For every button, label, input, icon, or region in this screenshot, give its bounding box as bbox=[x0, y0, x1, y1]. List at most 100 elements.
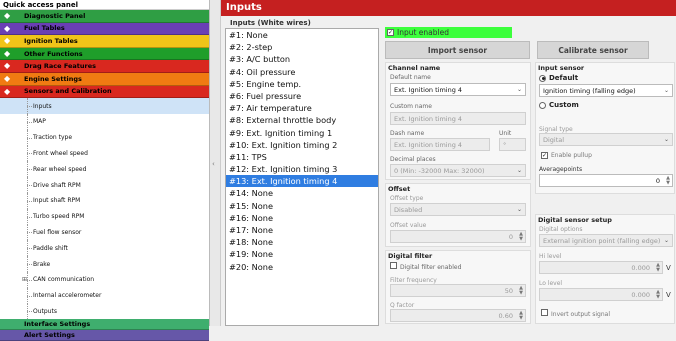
main-area: Inputs Inputs (White wires) #1: None #2: … bbox=[221, 0, 676, 326]
sidebar-item[interactable]: Input shaft RPM bbox=[0, 192, 209, 209]
sidebar-category[interactable]: ◆ Diagnostic Panel bbox=[0, 10, 209, 23]
input-list-item[interactable]: #12: Ext. Ignition timing 3 bbox=[226, 163, 378, 175]
input-list-item[interactable]: #18: None bbox=[226, 236, 378, 248]
input-list-item[interactable]: #20: None bbox=[226, 261, 378, 273]
sidebar-item[interactable]: Brake bbox=[0, 256, 209, 272]
category-icon: ◆ bbox=[4, 36, 11, 46]
sidebar-category[interactable]: ◆ Fuel Tables bbox=[0, 22, 209, 36]
spinner-icon[interactable]: ▲ ▼ bbox=[666, 176, 670, 186]
sidebar-item[interactable]: Paddle shift bbox=[0, 240, 209, 256]
digital-filter-panel: Digital filter Digital filter enabled Fi… bbox=[385, 250, 531, 324]
sidebar-item-label: Turbo speed RPM bbox=[33, 213, 85, 221]
channel-name-panel: Channel name Default name Ext. Ignition … bbox=[385, 62, 531, 180]
input-list-item[interactable]: #10: Ext. Ignition timing 2 bbox=[226, 139, 378, 151]
digital-filter-checkbox[interactable]: Digital filter enabled bbox=[388, 262, 461, 271]
input-enabled-checkbox[interactable]: ✓ Input enabled bbox=[385, 27, 512, 38]
input-list-item[interactable]: #11: TPS bbox=[226, 151, 378, 163]
sidebar-item[interactable]: Inputs bbox=[0, 98, 209, 114]
checkbox-icon bbox=[541, 309, 548, 316]
expand-icon[interactable]: ⊞ bbox=[22, 276, 27, 283]
enable-pullup-checkbox[interactable]: ✓ Enable pullup bbox=[539, 152, 592, 159]
sidebar-item[interactable]: Internal accelerometer bbox=[0, 287, 209, 304]
category-icon: ◆ bbox=[4, 11, 11, 20]
input-enabled-label: Input enabled bbox=[397, 28, 449, 37]
input-list-item[interactable]: #2: 2-step bbox=[226, 41, 378, 53]
input-list-item[interactable]: #3: A/C button bbox=[226, 53, 378, 65]
lo-level-value: 0.000 bbox=[631, 291, 650, 299]
custom-radio[interactable]: Custom bbox=[539, 101, 579, 109]
sidebar-item[interactable]: Traction type bbox=[0, 129, 209, 146]
sidebar-category[interactable]: ◆ Engine Settings bbox=[0, 72, 209, 86]
sidebar-item[interactable]: MAP bbox=[0, 113, 209, 130]
digital-options-select[interactable]: External ignition point (falling edge) ⌄ bbox=[539, 234, 673, 247]
category-icon: ◆ bbox=[4, 86, 11, 96]
input-list-item[interactable]: #17: None bbox=[226, 224, 378, 236]
chevron-down-icon: ⌄ bbox=[516, 86, 522, 93]
filter-frequency-field[interactable]: 50 ▲ ▼ bbox=[390, 284, 526, 297]
spinner-icon[interactable]: ▲ ▼ bbox=[656, 263, 660, 273]
input-list-item[interactable]: #8: External throttle body bbox=[226, 114, 378, 126]
unit-field[interactable]: ° bbox=[499, 138, 526, 151]
sidebar-item[interactable]: Front wheel speed bbox=[0, 145, 209, 162]
digital-filter-label: Digital filter enabled bbox=[400, 264, 462, 271]
input-list-item[interactable]: #13: Ext. Ignition timing 4 bbox=[226, 175, 378, 188]
signal-type-select[interactable]: Digital ⌄ bbox=[539, 133, 673, 146]
sidebar-item-label: Drive shaft RPM bbox=[33, 181, 81, 189]
decimal-places-select[interactable]: 0 (Min: -32000 Max: 32000) ⌄ bbox=[390, 164, 526, 177]
input-list-item[interactable]: #16: None bbox=[226, 212, 378, 224]
hi-level-value: 0.000 bbox=[631, 264, 650, 272]
sidebar-item[interactable]: Drive shaft RPM bbox=[0, 177, 209, 193]
sidebar-category[interactable]: Interface Settings bbox=[0, 319, 209, 331]
sidebar-category[interactable]: ◆ Other Functions bbox=[0, 47, 209, 61]
hi-level-label: Hi level bbox=[539, 253, 562, 260]
input-list-item[interactable]: #15: None bbox=[226, 200, 378, 212]
input-list-item[interactable]: #4: Oil pressure bbox=[226, 66, 378, 78]
sidebar-item[interactable]: Rear wheel speed bbox=[0, 161, 209, 177]
panel-splitter[interactable]: ‹ bbox=[210, 0, 221, 326]
spinner-icon[interactable]: ▲ ▼ bbox=[519, 311, 523, 321]
sidebar-category[interactable]: ◆ Ignition Tables bbox=[0, 35, 209, 48]
invert-output-checkbox[interactable]: Invert output signal bbox=[539, 309, 610, 318]
input-list-item[interactable]: #1: None bbox=[226, 29, 378, 41]
offset-value-field[interactable]: 0 ▲ ▼ bbox=[390, 230, 526, 243]
inputs-list[interactable]: Inputs (White wires) #1: None #2: 2-step #… bbox=[225, 19, 379, 326]
default-radio[interactable]: Default bbox=[539, 74, 578, 82]
custom-name-field[interactable]: Ext. Ignition timing 4 bbox=[390, 112, 526, 125]
chevron-down-icon: ⌄ bbox=[663, 87, 669, 94]
category-icon: ◆ bbox=[4, 61, 11, 71]
hi-level-field[interactable]: 0.000 ▲ ▼ bbox=[539, 261, 663, 274]
q-factor-field[interactable]: 0.60 ▲ ▼ bbox=[390, 309, 526, 322]
chevron-down-icon: ⌄ bbox=[516, 206, 522, 213]
sidebar-item[interactable]: ⊞ CAN communication bbox=[0, 271, 209, 288]
input-list-item[interactable]: #19: None bbox=[226, 248, 378, 260]
sidebar-category[interactable]: ◆ Drag Race Features bbox=[0, 60, 209, 73]
sidebar-category[interactable]: Alert Settings bbox=[0, 330, 209, 341]
category-icon: ◆ bbox=[4, 23, 11, 33]
offset-type-select[interactable]: Disabled ⌄ bbox=[390, 203, 526, 216]
radio-empty-icon bbox=[539, 101, 546, 109]
input-list-item[interactable]: #7: Air temperature bbox=[226, 102, 378, 114]
dash-name-field[interactable]: Ext. Ignition timing 4 bbox=[390, 138, 490, 151]
averagepoints-field[interactable]: 0 ▲ ▼ bbox=[539, 174, 673, 187]
spinner-icon[interactable]: ▲ ▼ bbox=[519, 232, 523, 242]
input-list-item[interactable]: #9: Ext. Ignition timing 1 bbox=[226, 127, 378, 139]
sidebar-item[interactable]: Turbo speed RPM bbox=[0, 208, 209, 225]
input-list-item[interactable]: #14: None bbox=[226, 187, 378, 199]
collapse-arrow-icon[interactable]: ‹ bbox=[212, 160, 215, 168]
calibrate-sensor-button[interactable]: Calibrate sensor bbox=[537, 41, 649, 59]
sidebar-item-label: Inputs bbox=[33, 102, 52, 110]
sidebar-item[interactable]: Outputs bbox=[0, 303, 209, 320]
default-sensor-select[interactable]: Ignition timing (falling edge) ⌄ bbox=[539, 84, 673, 97]
spinner-icon[interactable]: ▲ ▼ bbox=[656, 290, 660, 300]
default-name-select[interactable]: Ext. Ignition timing 4 ⌄ bbox=[390, 83, 526, 96]
lo-level-field[interactable]: 0.000 ▲ ▼ bbox=[539, 288, 663, 301]
input-list-item[interactable]: #5: Engine temp. bbox=[226, 78, 378, 90]
import-sensor-button[interactable]: Import sensor bbox=[385, 41, 530, 59]
filter-frequency-value: 50 bbox=[504, 287, 513, 295]
lo-level-unit: V bbox=[666, 291, 671, 299]
sidebar-item[interactable]: Fuel flow sensor bbox=[0, 224, 209, 241]
spinner-icon[interactable]: ▲ ▼ bbox=[519, 286, 523, 296]
sidebar-category[interactable]: ◆ Sensors and Calibration bbox=[0, 85, 209, 99]
input-list-item[interactable]: #6: Fuel pressure bbox=[226, 90, 378, 102]
sidebar-category-label: Alert Settings bbox=[24, 331, 75, 340]
